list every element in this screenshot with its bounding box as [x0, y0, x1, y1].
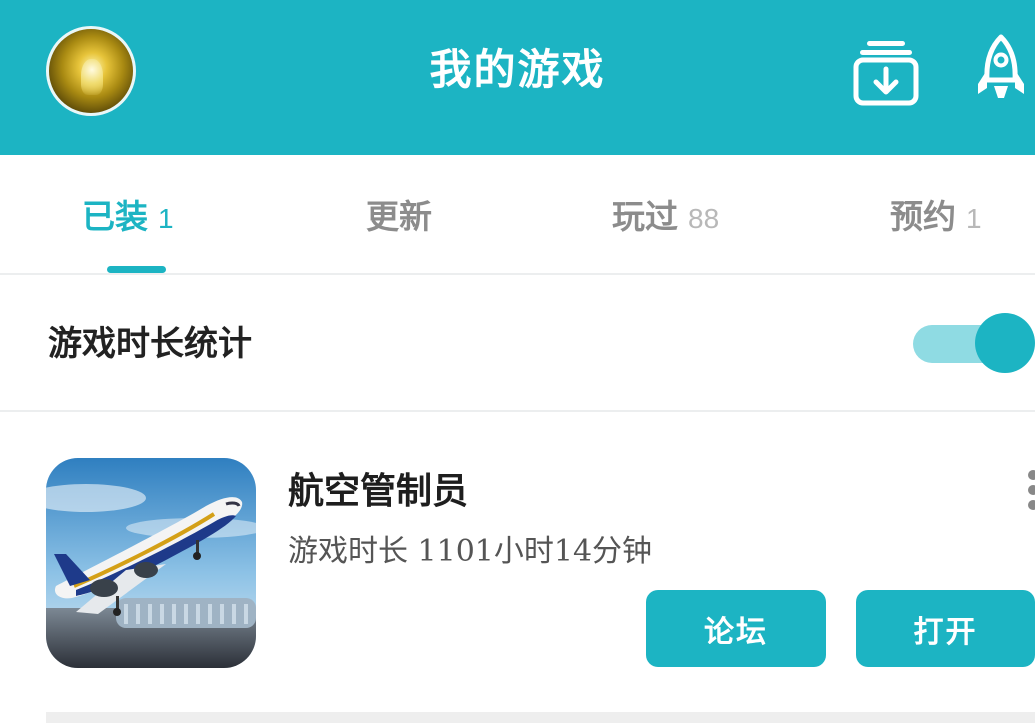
tab-reserved-count: 1 [966, 203, 982, 234]
playtime-stats-label: 游戏时长统计 [48, 324, 252, 364]
more-dot [1028, 500, 1035, 510]
tab-played[interactable]: 玩过 88 [612, 190, 719, 240]
tab-update[interactable]: 更新 [366, 190, 432, 240]
playtime-stats-row: 游戏时长统计 [0, 275, 1035, 412]
airplane-game-icon[interactable] [46, 458, 256, 668]
more-vertical-icon[interactable] [1024, 468, 1035, 510]
forum-button[interactable]: 论坛 [646, 590, 826, 667]
tab-installed-count: 1 [158, 203, 174, 234]
tab-reserved[interactable]: 预约 1 [890, 190, 982, 240]
rocket-icon[interactable] [972, 34, 1030, 108]
airplane-icon-art [46, 458, 256, 668]
tab-bar: 已装 1 更新 玩过 88 预约 1 [0, 155, 1035, 275]
tab-played-label: 玩过 [612, 197, 678, 236]
more-dot [1028, 470, 1035, 480]
game-title: 航空管制员 [288, 470, 469, 512]
game-list-item[interactable]: 航空管制员 游戏时长 1101小时14分钟 论坛 打开 [0, 412, 1035, 712]
open-game-button[interactable]: 打开 [856, 590, 1035, 667]
list-divider [46, 712, 1035, 723]
game-playtime: 游戏时长 1101小时14分钟 [288, 534, 653, 569]
tab-update-label: 更新 [366, 197, 432, 236]
my-games-screen: 我的游戏 已装 1 更新 玩过 88 预约 1 游戏时长统计 航空管制员 游戏时… [0, 0, 1035, 723]
more-dot [1028, 485, 1035, 495]
tab-installed-label: 已装 [82, 197, 148, 236]
app-header: 我的游戏 [0, 0, 1035, 155]
tab-played-count: 88 [688, 203, 720, 234]
playtime-stats-toggle[interactable] [913, 313, 1035, 375]
tab-reserved-label: 预约 [890, 197, 956, 236]
tab-installed[interactable]: 已装 1 [82, 190, 174, 240]
download-manager-icon[interactable] [853, 38, 919, 106]
toggle-knob [975, 313, 1035, 373]
active-tab-indicator [107, 266, 166, 273]
